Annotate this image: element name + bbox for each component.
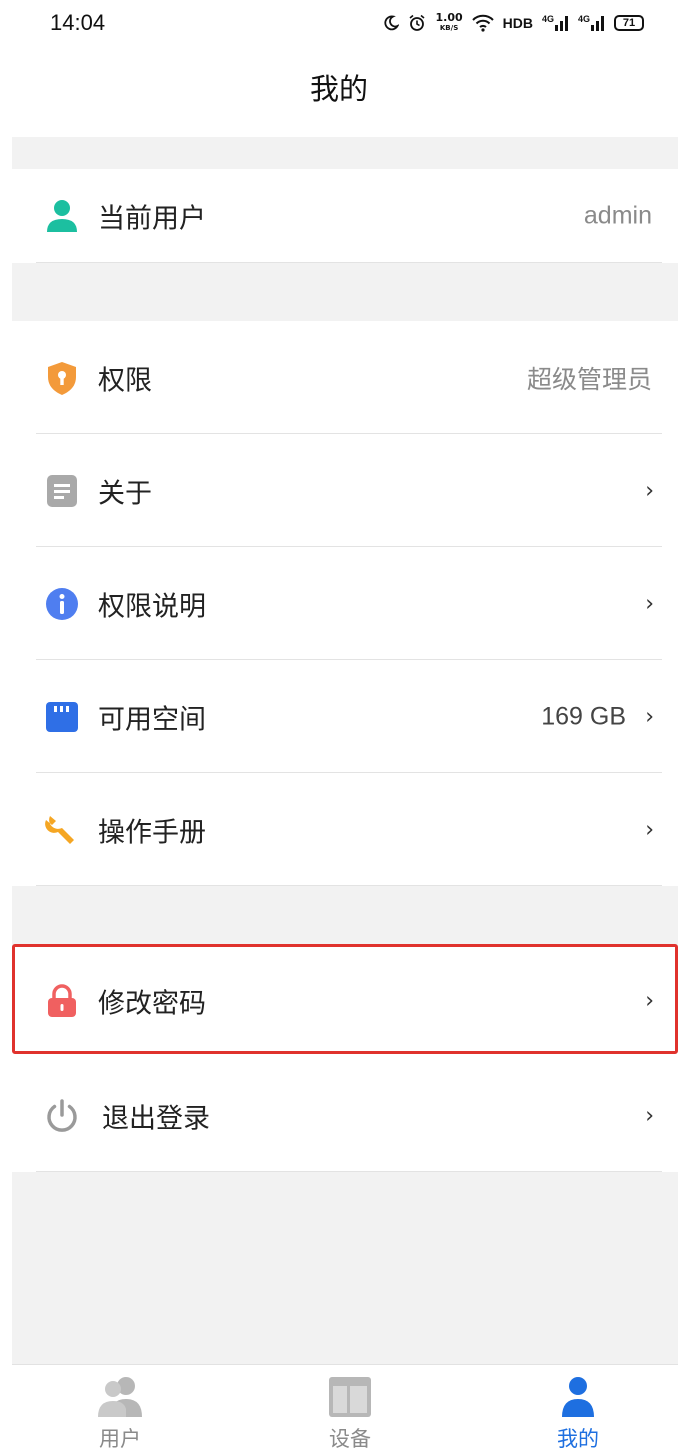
available-space-value: 169 GB — [541, 702, 626, 730]
divider — [36, 1171, 662, 1172]
section-separator — [12, 137, 678, 169]
signal-1: 4G — [542, 15, 569, 31]
available-space-row[interactable]: 可用空间 169 GB › — [12, 660, 678, 773]
person-icon — [562, 1377, 594, 1417]
logout-label: 退出登录 — [102, 1103, 210, 1134]
section-separator — [12, 263, 678, 321]
tab-users-label: 用户 — [99, 1427, 141, 1451]
page-title: 我的 — [309, 72, 368, 106]
divider — [36, 262, 662, 263]
status-time: 14:04 — [50, 10, 106, 35]
logout-row[interactable]: 退出登录 › — [12, 1059, 678, 1172]
document-icon — [47, 474, 77, 507]
divider — [36, 885, 662, 886]
about-label: 关于 — [98, 478, 152, 509]
battery-icon: 71 — [614, 15, 644, 31]
power-icon — [47, 1098, 77, 1132]
status-bar: 14:04 1.00 KB/S HDB 4G 4G 71 — [0, 0, 678, 46]
signal-2: 4G — [578, 15, 605, 31]
person-icon — [47, 200, 77, 232]
chevron-right-icon: › — [645, 478, 654, 503]
permission-explanation-row[interactable]: 权限说明 › — [12, 547, 678, 660]
bottom-tab-bar: 用户 设备 我的 — [12, 1364, 678, 1452]
bottom-filler — [12, 1172, 678, 1364]
about-row[interactable]: 关于 › — [12, 434, 678, 547]
layout-icon — [329, 1377, 371, 1417]
hd-indicator: HDB — [502, 15, 533, 31]
tab-mine-label: 我的 — [557, 1427, 599, 1451]
moon-icon — [384, 15, 400, 31]
info-icon — [46, 587, 78, 620]
alarm-icon — [409, 14, 425, 31]
current-user-value: admin — [583, 201, 652, 230]
current-user-label: 当前用户 — [98, 203, 206, 235]
users-icon — [98, 1377, 142, 1417]
wifi-icon — [471, 14, 494, 32]
tab-devices[interactable]: 设备 — [290, 1365, 410, 1452]
section-separator — [12, 886, 678, 946]
tab-mine[interactable]: 我的 — [518, 1365, 638, 1452]
chevron-right-icon: › — [645, 1103, 654, 1128]
permission-label: 权限 — [98, 365, 152, 396]
highlight-box — [12, 944, 678, 1054]
tab-devices-label: 设备 — [329, 1427, 371, 1451]
user-manual-label: 操作手册 — [98, 817, 206, 848]
chevron-right-icon: › — [645, 817, 654, 842]
permission-row: 权限 超级管理员 — [12, 321, 678, 434]
shield-icon — [48, 361, 76, 395]
wrench-icon — [45, 815, 74, 844]
sd-card-icon — [46, 701, 78, 732]
chevron-right-icon: › — [645, 591, 654, 616]
chevron-right-icon: › — [645, 704, 654, 729]
status-icons: 1.00 KB/S HDB 4G 4G 71 — [383, 10, 644, 36]
network-speed: 1.00 KB/S — [435, 11, 463, 32]
permission-value: 超级管理员 — [526, 365, 652, 394]
user-manual-row[interactable]: 操作手册 › — [12, 773, 678, 886]
available-space-label: 可用空间 — [98, 704, 206, 735]
permission-explanation-label: 权限说明 — [98, 591, 206, 622]
tab-users[interactable]: 用户 — [60, 1365, 180, 1452]
current-user-row: 当前用户 admin — [12, 169, 678, 263]
